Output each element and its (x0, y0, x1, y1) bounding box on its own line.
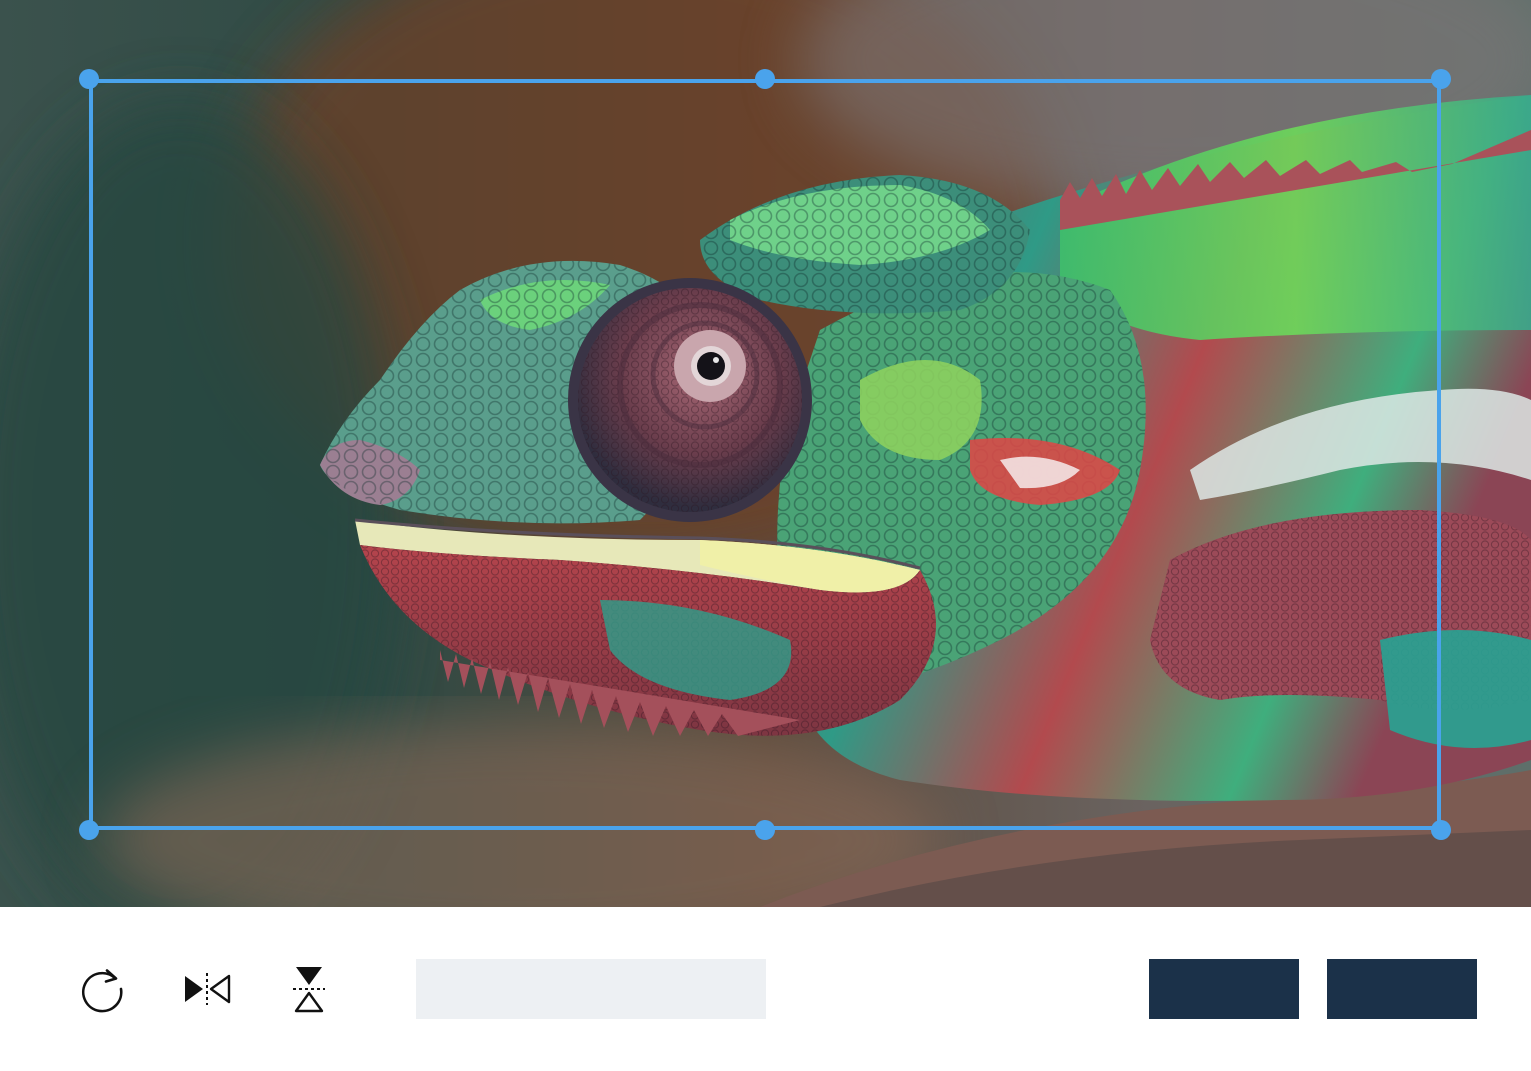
apply-button[interactable] (1327, 959, 1477, 1019)
flip-horizontal-icon (185, 973, 231, 1005)
crop-handle-bottom-center[interactable] (755, 820, 775, 840)
crop-handle-top-center[interactable] (755, 69, 775, 89)
crop-handle-top-left[interactable] (79, 69, 99, 89)
crop-handle-top-right[interactable] (1431, 69, 1451, 89)
flip-vertical-button[interactable] (279, 959, 339, 1019)
rotate-clockwise-icon (82, 969, 123, 1013)
flip-horizontal-button[interactable] (177, 959, 237, 1019)
crop-handle-bottom-right[interactable] (1431, 820, 1451, 840)
flip-vertical-icon (293, 967, 325, 1013)
cancel-button[interactable] (1149, 959, 1299, 1019)
crop-frame[interactable] (89, 79, 1441, 830)
aspect-ratio-field[interactable] (416, 959, 766, 1019)
image-cropper (0, 0, 1531, 1071)
editor-toolbar (0, 907, 1531, 1071)
rotate-button[interactable] (72, 959, 132, 1019)
crop-handle-bottom-left[interactable] (79, 820, 99, 840)
